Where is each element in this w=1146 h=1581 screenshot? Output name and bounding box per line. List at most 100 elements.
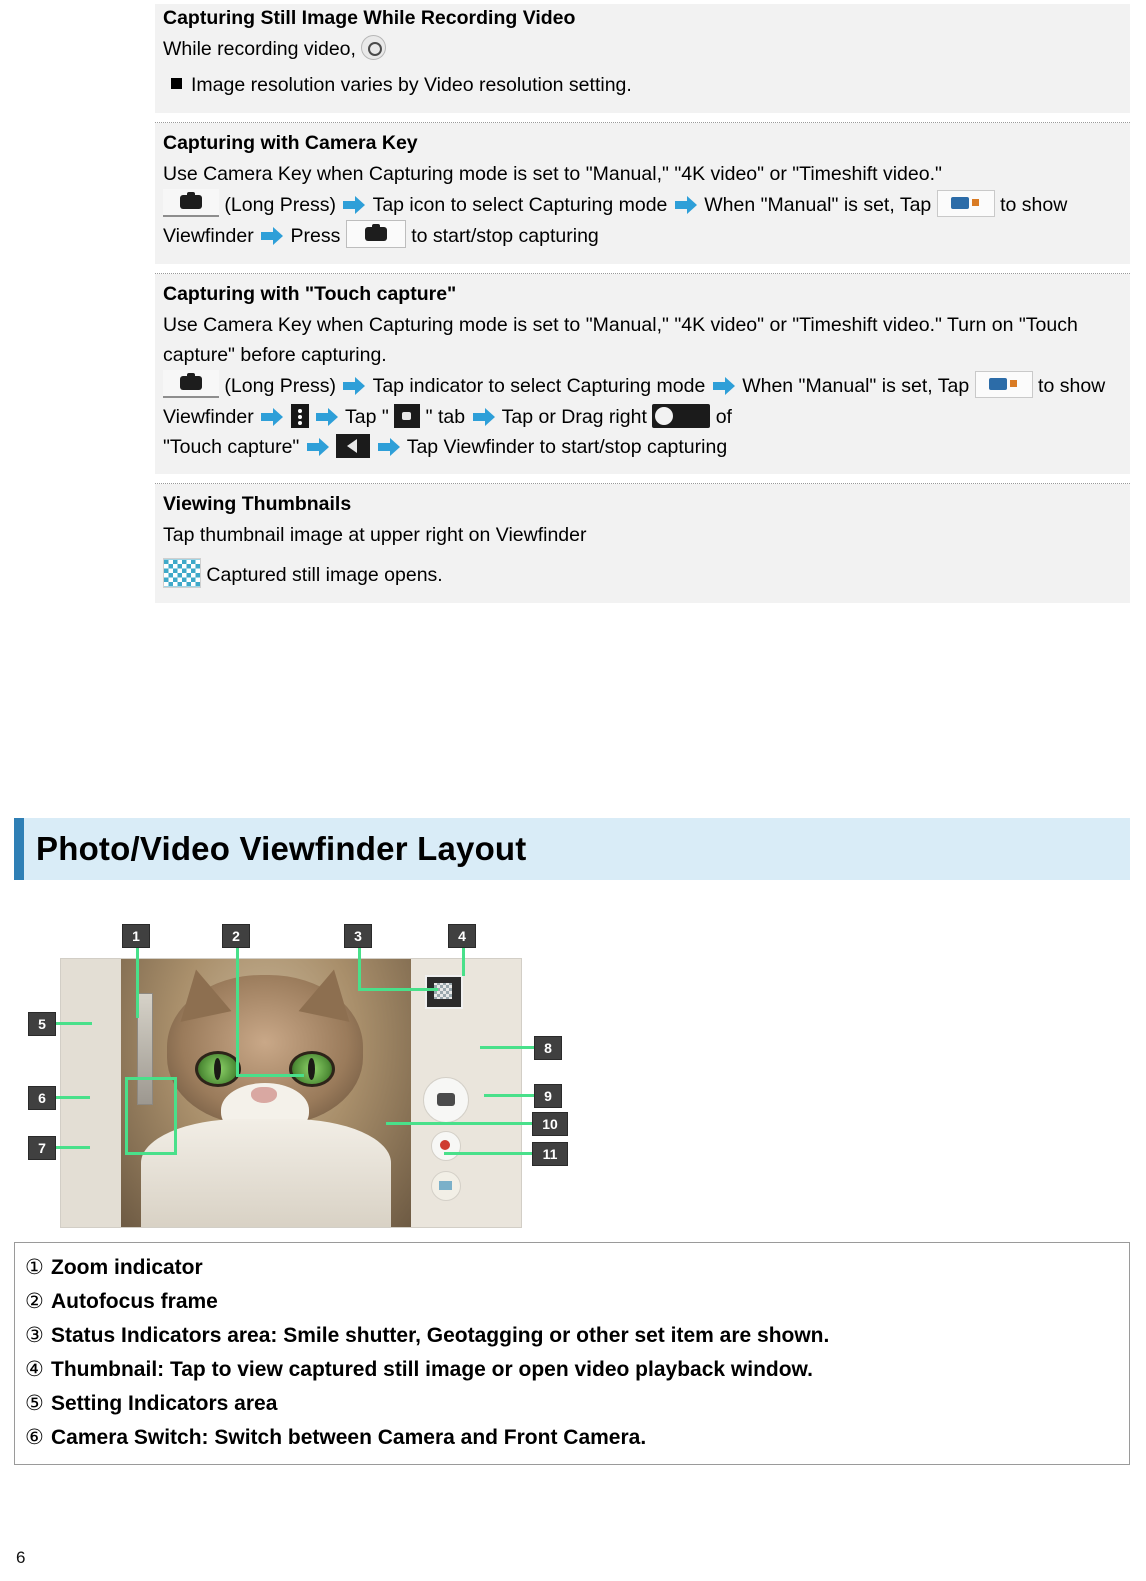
section-body: Use Camera Key when Capturing mode is se…	[163, 159, 1126, 189]
arrow-right-icon	[260, 225, 284, 247]
callout-1: 1	[122, 924, 150, 948]
arrow-right-icon	[377, 436, 401, 458]
cat-eye-right	[289, 1051, 335, 1087]
step-text: " tab	[425, 405, 466, 428]
legend-number: ④	[25, 1357, 44, 1381]
bullet-square-icon	[171, 78, 182, 90]
cat-ear-left	[170, 964, 232, 1022]
arrow-right-icon	[712, 375, 736, 397]
shutter-key-icon	[345, 220, 406, 249]
section-title: Capturing Still Image While Recording Vi…	[163, 7, 576, 29]
viewfinder-shutter-button[interactable]	[423, 1077, 469, 1123]
section-body: Use Camera Key when Capturing mode is se…	[163, 310, 1126, 370]
autofocus-frame	[125, 1077, 177, 1155]
arrow-right-icon	[315, 406, 339, 428]
leader-line	[236, 1074, 304, 1077]
chapter-heading: Photo/Video Viewfinder Layout	[14, 818, 1130, 880]
leader-line	[52, 1022, 92, 1025]
legend-label: Camera Switch: Switch between Camera and…	[51, 1425, 647, 1449]
viewfinder-thumbnail[interactable]	[425, 975, 463, 1009]
step-text: "Touch capture"	[163, 435, 300, 458]
callout-11: 11	[532, 1142, 568, 1166]
camera-mode-icon	[974, 371, 1033, 399]
section-body-text: Use Camera Key when Capturing mode is se…	[163, 313, 1078, 367]
step-text: (Long Press)	[224, 194, 337, 217]
legend-label: Thumbnail: Tap to view captured still im…	[51, 1357, 813, 1381]
callout-8: 8	[534, 1036, 562, 1060]
arrow-right-icon	[342, 375, 366, 397]
thumbnail-icon	[163, 558, 201, 589]
result-text: Captured still image opens.	[206, 564, 443, 587]
leader-line	[480, 1046, 536, 1049]
leader-line	[236, 946, 239, 1076]
legend-label: Status Indicators area: Smile shutter, G…	[51, 1323, 830, 1347]
legend-number: ⑤	[25, 1391, 44, 1415]
callout-4: 4	[448, 924, 476, 948]
arrow-right-icon	[260, 406, 284, 428]
arrow-right-icon	[674, 194, 698, 216]
camera-mode-icon	[936, 190, 995, 218]
section-capturing-still-while-recording: Capturing Still Image While Recording Vi…	[155, 4, 1130, 113]
overflow-menu-icon	[290, 403, 309, 428]
back-arrow-icon	[336, 433, 371, 458]
section-body: While recording video,	[163, 34, 1126, 64]
legend-label: Zoom indicator	[51, 1256, 203, 1279]
callout-9: 9	[534, 1084, 562, 1108]
step-text: Tap Viewfinder to start/stop capturing	[406, 435, 728, 458]
section-body-text: Use Camera Key when Capturing mode is se…	[163, 162, 942, 185]
chapter-accent-bar	[14, 818, 24, 880]
legend-label: Setting Indicators area	[51, 1391, 278, 1415]
list-item: ⑥ Camera Switch: Switch between Camera a…	[15, 1421, 1129, 1455]
cat-nose	[251, 1087, 277, 1103]
section-capturing-with-touch-capture: Capturing with "Touch capture" Use Camer…	[155, 273, 1130, 474]
callout-2: 2	[222, 924, 250, 948]
callout-10: 10	[532, 1112, 568, 1136]
section-title: Viewing Thumbnails	[163, 492, 352, 515]
section-bullet: Image resolution varies by Video resolut…	[163, 70, 1126, 100]
settings-tab-icon	[394, 403, 421, 428]
legend-label: Autofocus frame	[51, 1289, 218, 1313]
viewfinder-record-button[interactable]	[431, 1131, 461, 1161]
leader-line	[444, 1152, 536, 1155]
list-item: ⑤ Setting Indicators area	[15, 1387, 1129, 1421]
arrow-right-icon	[472, 406, 496, 428]
manual-sections: Capturing Still Image While Recording Vi…	[155, 0, 1130, 603]
list-item: ④ Thumbnail: Tap to view captured still …	[15, 1353, 1129, 1387]
leader-line	[52, 1146, 90, 1149]
step-text: of	[715, 405, 732, 428]
list-item: ③ Status Indicators area: Smile shutter,…	[15, 1319, 1129, 1353]
leader-line	[462, 946, 465, 976]
touch-capture-toggle-icon	[652, 403, 711, 428]
cat-head	[167, 964, 363, 1137]
step-text: Tap "	[345, 405, 389, 428]
step-text: When "Manual" is set, Tap	[742, 375, 970, 398]
section-title: Capturing with Camera Key	[163, 131, 418, 154]
section-steps: (Long Press) Tap icon to select Capturin…	[163, 189, 1126, 251]
legend-number: ①	[25, 1256, 44, 1279]
section-body-text: While recording video,	[163, 38, 356, 61]
section-title: Capturing with "Touch capture"	[163, 282, 457, 305]
cat-ear-right	[298, 964, 360, 1022]
video-record-icon	[361, 35, 387, 61]
section-body: Tap thumbnail image at upper right on Vi…	[163, 520, 1126, 550]
callout-5: 5	[28, 1012, 56, 1036]
section-steps: (Long Press) Tap indicator to select Cap…	[163, 370, 1126, 462]
document-page: Capturing Still Image While Recording Vi…	[0, 0, 1146, 1581]
section-viewing-thumbnails: Viewing Thumbnails Tap thumbnail image a…	[155, 483, 1130, 603]
section-capturing-with-camera-key: Capturing with Camera Key Use Camera Key…	[155, 122, 1130, 264]
page-number: 6	[16, 1548, 26, 1567]
camera-key-icon	[163, 370, 219, 399]
legend-number: ③	[25, 1323, 44, 1347]
leader-line	[358, 988, 438, 991]
leader-line	[386, 1122, 536, 1125]
callout-3: 3	[344, 924, 372, 948]
step-text: Tap or Drag right	[501, 405, 647, 428]
viewfinder-gallery-button[interactable]	[431, 1171, 461, 1201]
legend-number: ⑥	[25, 1425, 44, 1449]
step-text: When "Manual" is set, Tap	[704, 194, 932, 217]
step-text: (Long Press)	[224, 375, 337, 398]
step-text: Press	[290, 225, 341, 248]
step-text: Tap icon to select Capturing mode	[372, 194, 668, 217]
section-body-text: Tap thumbnail image at upper right on Vi…	[163, 524, 587, 547]
bullet-text: Image resolution varies by Video resolut…	[191, 74, 632, 97]
